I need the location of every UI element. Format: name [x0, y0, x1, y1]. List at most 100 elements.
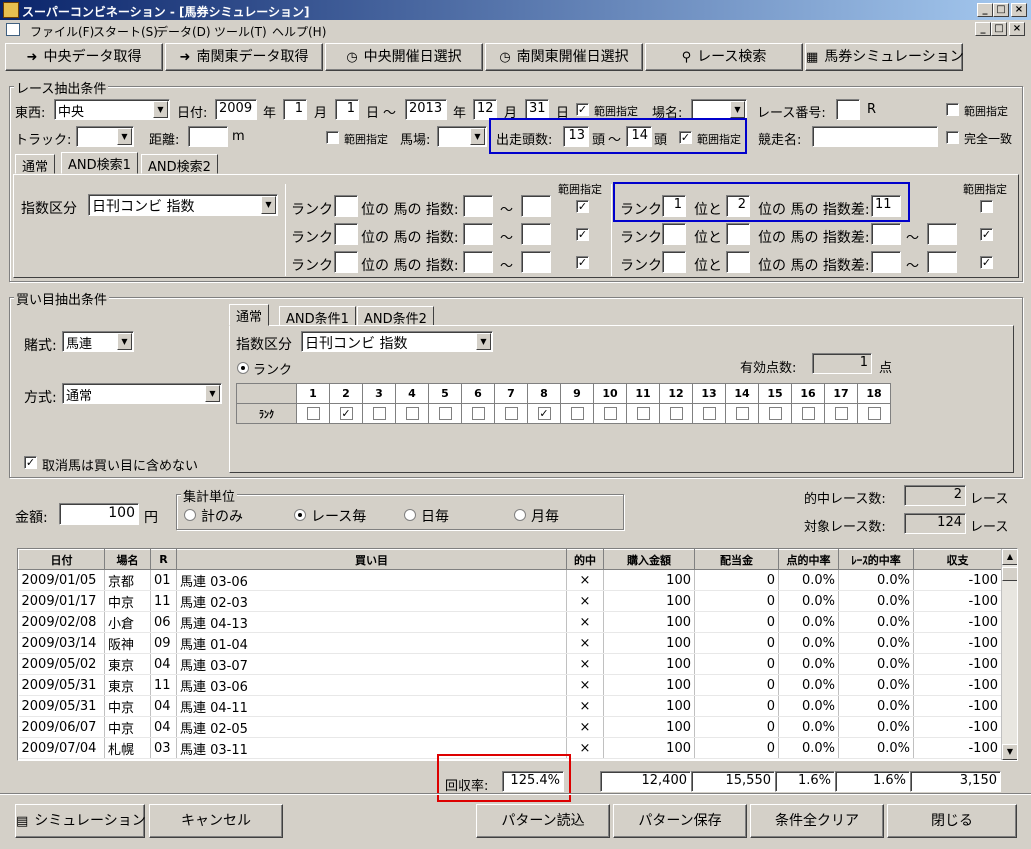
shisu-from-input[interactable] — [463, 251, 493, 273]
diff-rank-b-input[interactable] — [726, 251, 750, 273]
shiki-select[interactable]: 馬連 ▼ — [62, 331, 134, 352]
tab-bet-normal[interactable]: 通常 — [229, 304, 270, 326]
kyosou-input[interactable] — [812, 126, 938, 147]
rank-checkbox[interactable] — [372, 407, 386, 421]
track-select[interactable]: ▼ — [76, 126, 134, 147]
day-from-input[interactable]: 1 — [335, 99, 359, 120]
simulation-button[interactable]: ▤ シミュレーション — [15, 804, 146, 838]
tousu-from-input[interactable]: 13 — [563, 126, 589, 147]
table-row[interactable]: 2009/05/31 東京 11 馬連 03-06 × 100 0 0.0% 0.0% -100 — [18, 674, 1002, 696]
grid-header[interactable]: R — [150, 549, 177, 570]
close-dialog-button[interactable]: 閉じる — [887, 804, 1017, 838]
nankanto-date-button[interactable]: ◷ 南関東開催日選択 — [485, 43, 643, 71]
diff-rank-a-input[interactable] — [662, 251, 686, 273]
diff-to-input[interactable] — [927, 251, 957, 273]
scroll-thumb[interactable] — [1002, 567, 1017, 581]
grid-header[interactable]: ﾚｰｽ的中率 — [838, 549, 914, 570]
grid-header[interactable]: 的中 — [566, 549, 604, 570]
rank-checkbox[interactable] — [504, 407, 518, 421]
grid-header[interactable]: 配当金 — [694, 549, 779, 570]
menu-help[interactable]: ヘルプ(H) — [272, 23, 326, 40]
rank-checkbox[interactable] — [636, 407, 650, 421]
table-row[interactable]: 2009/01/05 京都 01 馬連 03-06 × 100 0 0.0% 0.0% -100 — [18, 569, 1002, 591]
diff-to-input[interactable] — [927, 223, 957, 245]
diff-range-checkbox[interactable]: ✓ — [980, 256, 993, 269]
mdi-minimize-button[interactable]: _ — [975, 22, 991, 36]
mdi-close-button[interactable]: × — [1009, 22, 1025, 36]
date-range-checkbox[interactable]: ✓ — [576, 103, 589, 116]
cancel-button[interactable]: キャンセル — [149, 804, 283, 838]
table-row[interactable]: 2009/01/17 中京 11 馬連 02-03 × 100 0 0.0% 0.0% -100 — [18, 590, 1002, 612]
chuo-date-button[interactable]: ◷ 中央開催日選択 — [325, 43, 483, 71]
rank-checkbox[interactable] — [669, 407, 683, 421]
tab-bet-and1[interactable]: AND条件1 — [279, 306, 356, 327]
day-to-input[interactable]: 31 — [525, 99, 549, 120]
shisu-from-input[interactable] — [463, 195, 493, 217]
menu-tool[interactable]: ツール(T) — [214, 23, 267, 40]
diff-from-input[interactable] — [871, 251, 901, 273]
grid-header[interactable]: 購入金額 — [603, 549, 695, 570]
tozai-select[interactable]: 中央 ▼ — [54, 99, 170, 120]
scroll-up-icon[interactable]: ▲ — [1002, 549, 1017, 565]
rank-checkbox[interactable] — [834, 407, 848, 421]
torikeshi-checkbox[interactable]: ✓ — [24, 456, 37, 469]
kanzen-checkbox[interactable] — [946, 131, 959, 144]
diff-from-input[interactable] — [871, 223, 901, 245]
opt-race-radio[interactable] — [294, 509, 306, 521]
diff-range-checkbox[interactable] — [980, 200, 993, 213]
race-search-button[interactable]: ⚲ レース検索 — [645, 43, 803, 71]
rank-radio[interactable] — [237, 362, 249, 374]
rank-checkbox[interactable]: ✓ — [339, 407, 353, 421]
rank-checkbox[interactable] — [570, 407, 584, 421]
tousu-to-input[interactable]: 14 — [626, 126, 652, 147]
rank-input[interactable] — [334, 195, 358, 217]
houshiki-select[interactable]: 通常 ▼ — [62, 383, 222, 404]
shisu-range-checkbox[interactable]: ✓ — [576, 228, 589, 241]
grid-header[interactable]: 場名 — [104, 549, 151, 570]
month-from-input[interactable]: 1 — [283, 99, 307, 120]
diff-rank-b-input[interactable]: 2 — [726, 195, 750, 217]
opt-total-radio[interactable] — [184, 509, 196, 521]
pattern-load-button[interactable]: パターン読込 — [476, 804, 610, 838]
rank-input[interactable] — [334, 251, 358, 273]
shisu-range-checkbox[interactable]: ✓ — [576, 200, 589, 213]
tousu-range-checkbox[interactable]: ✓ — [679, 131, 692, 144]
menu-data[interactable]: データ(D) — [156, 23, 211, 40]
table-row[interactable]: 2009/07/04 札幌 03 馬連 03-11 × 100 0 0.0% 0.0% -100 — [18, 737, 1002, 759]
tab-race-normal[interactable]: 通常 — [15, 154, 56, 175]
clear-all-button[interactable]: 条件全クリア — [750, 804, 884, 838]
maximize-button[interactable]: □ — [993, 3, 1009, 17]
baba-select[interactable]: ▼ — [437, 126, 487, 147]
table-row[interactable]: 2009/03/14 阪神 09 馬連 01-04 × 100 0 0.0% 0.0% -100 — [18, 632, 1002, 654]
shisu-select[interactable]: 日刊コンビ 指数 ▼ — [88, 194, 278, 216]
diff-value-input[interactable]: 11 — [871, 195, 901, 217]
kyori-input[interactable] — [188, 126, 228, 147]
shisu-to-input[interactable] — [521, 251, 551, 273]
results-grid[interactable]: 日付 場名 R 買い目 的中 購入金額 配当金 点的中率 ﾚｰｽ的中率 収支 2009/01/05… — [17, 548, 1018, 761]
rank-checkbox[interactable] — [438, 407, 452, 421]
table-row[interactable]: 2009/02/08 小倉 06 馬連 04-13 × 100 0 0.0% 0.0% -100 — [18, 611, 1002, 633]
menu-start[interactable]: スタート(S) — [93, 23, 158, 40]
diff-rank-a-input[interactable] — [662, 223, 686, 245]
tab-race-and1[interactable]: AND検索1 — [61, 152, 138, 174]
nankanto-data-button[interactable]: ➜ 南関東データ取得 — [165, 43, 323, 71]
rank-checkbox[interactable] — [306, 407, 320, 421]
opt-month-radio[interactable] — [514, 509, 526, 521]
opt-day-radio[interactable] — [404, 509, 416, 521]
minimize-button[interactable]: _ — [977, 3, 993, 17]
year-from-input[interactable]: 2009 — [215, 99, 257, 120]
chuo-data-button[interactable]: ➜ 中央データ取得 — [5, 43, 163, 71]
table-row[interactable]: 2009/05/02 東京 04 馬連 03-07 × 100 0 0.0% 0.0% -100 — [18, 653, 1002, 675]
rank-checkbox[interactable] — [867, 407, 881, 421]
rank-checkbox[interactable] — [405, 407, 419, 421]
race-no-range-checkbox[interactable] — [946, 103, 959, 116]
rank-checkbox[interactable] — [735, 407, 749, 421]
results-scrollbar[interactable]: ▲ ▼ — [1001, 549, 1017, 760]
race-no-input[interactable] — [836, 99, 860, 120]
grid-header[interactable]: 点的中率 — [778, 549, 839, 570]
rank-checkbox[interactable] — [768, 407, 782, 421]
rank-checkbox[interactable]: ✓ — [537, 407, 551, 421]
table-row[interactable]: 2009/06/07 中京 04 馬連 02-05 × 100 0 0.0% 0.0% -100 — [18, 716, 1002, 738]
grid-header[interactable]: 収支 — [913, 549, 1002, 570]
diff-rank-b-input[interactable] — [726, 223, 750, 245]
